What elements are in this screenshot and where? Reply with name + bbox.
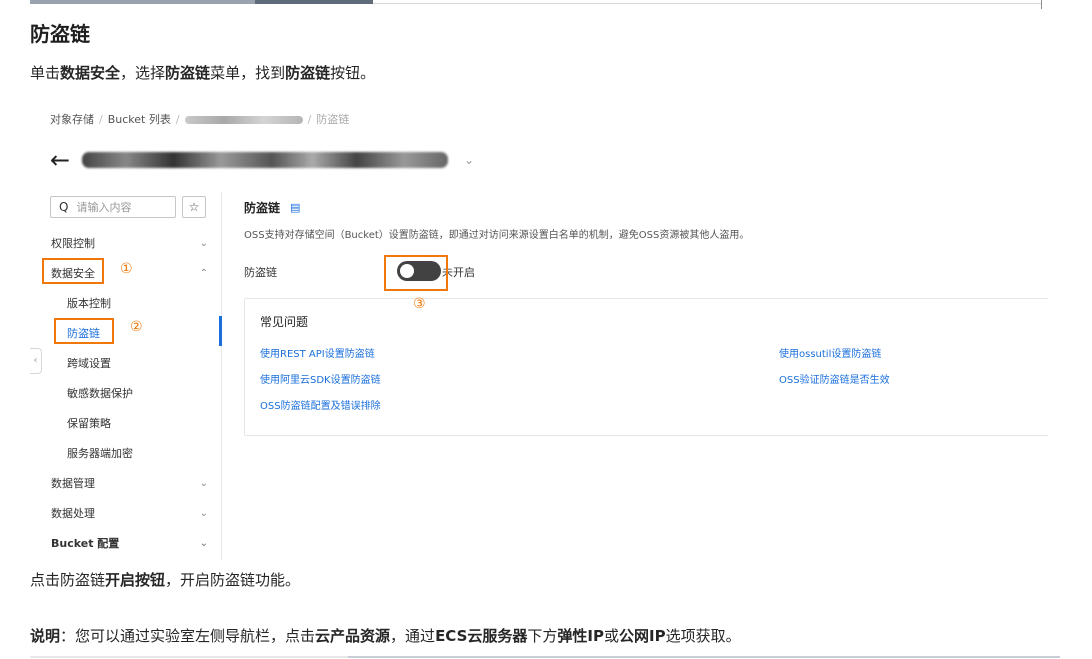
document-icon[interactable]: ▤ (290, 201, 300, 214)
chevron-down-icon[interactable]: ⌄ (464, 153, 474, 167)
sidebar-item-label: 跨域设置 (67, 357, 111, 370)
faq-link-verify[interactable]: OSS验证防盗链是否生效 (779, 371, 890, 386)
breadcrumb-oss[interactable]: 对象存储 (50, 113, 94, 126)
sidebar-item-version-control[interactable]: 版本控制 (30, 288, 216, 318)
faq-link-ossutil[interactable]: 使用ossutil设置防盗链 (779, 345, 881, 360)
sidebar-item-label: 保留策略 (67, 417, 111, 430)
search-input[interactable] (76, 200, 167, 214)
sidebar-item-label: 服务器端加密 (67, 447, 133, 460)
bucket-title-redacted (82, 152, 448, 168)
sidebar-item-data-processing[interactable]: 数据处理 ⌄ (30, 498, 216, 528)
page-title: 防盗链 ▤ (244, 201, 301, 215)
chevron-down-icon: ⌄ (199, 237, 208, 249)
sidebar-active-indicator (219, 316, 222, 346)
top-tab-strip-active (255, 0, 373, 4)
chevron-down-icon: ⌄ (199, 537, 208, 549)
chevron-down-icon: ⌄ (199, 507, 208, 519)
chevron-down-icon: ⌄ (199, 477, 208, 489)
step-marker-1: ① (120, 261, 133, 277)
sidebar: Q ☆ 权限控制 ⌄ 数据安全 ⌃ 版本控制 防盗链 跨域设置 敏感数据保护 保… (30, 192, 222, 560)
highlight-box-toggle (384, 255, 448, 291)
bottom-rule (30, 656, 1060, 658)
sidebar-item-label: 权限控制 (51, 237, 95, 250)
step-marker-2: ② (130, 319, 143, 335)
favorite-star-button[interactable]: ☆ (182, 196, 206, 218)
sidebar-divider (221, 192, 222, 560)
top-rule (373, 3, 1041, 4)
search-box: Q (50, 196, 176, 218)
sidebar-item-label: 版本控制 (67, 297, 111, 310)
highlight-box-hotlink (54, 318, 114, 344)
note-paragraph: 说明：您可以通过实验室左侧导航栏，点击云产品资源，通过ECS云服务器下方弹性IP… (30, 627, 741, 645)
section-heading: 防盗链 (30, 22, 90, 46)
embedded-console-screenshot: 对象存储/Bucket 列表//防盗链 ← ⌄ Q ☆ 权限控制 ⌄ 数据安全 … (30, 104, 1048, 560)
faq-link-sdk[interactable]: 使用阿里云SDK设置防盗链 (260, 371, 381, 386)
sidebar-item-label: 数据管理 (51, 477, 95, 490)
sidebar-item-data-management[interactable]: 数据管理 ⌄ (30, 468, 216, 498)
sidebar-item-sensitive-data[interactable]: 敏感数据保护 (30, 378, 216, 408)
sidebar-item-server-encryption[interactable]: 服务器端加密 (30, 438, 216, 468)
top-right-divider (1041, 0, 1042, 9)
sidebar-item-label: 敏感数据保护 (67, 387, 133, 400)
step2-instruction: 点击防盗链开启按钮，开启防盗链功能。 (30, 571, 301, 589)
search-icon: Q (59, 200, 69, 214)
faq-link-troubleshoot[interactable]: OSS防盗链配置及错误排除 (260, 397, 381, 412)
back-arrow-icon[interactable]: ← (50, 148, 82, 172)
sidebar-item-label: 数据处理 (51, 507, 95, 520)
bottom-rule-segment (348, 656, 1060, 658)
main-content: 防盗链 ▤ OSS支持对存储空间（Bucket）设置防盗链，即通过对访问来源设置… (244, 192, 1048, 560)
sidebar-item-retention-policy[interactable]: 保留策略 (30, 408, 216, 438)
bucket-title-row: ← ⌄ (50, 146, 474, 174)
top-edge (0, 0, 1092, 9)
sidebar-item-permission-control[interactable]: 权限控制 ⌄ (30, 228, 216, 258)
breadcrumb-bucket-name-redacted[interactable] (184, 116, 303, 124)
hotlink-toggle-label: 防盗链 (244, 266, 277, 279)
sidebar-item-label: Bucket 配置 (51, 537, 120, 550)
sidebar-item-cors[interactable]: 跨域设置 (30, 348, 216, 378)
step1-instruction: 单击数据安全，选择防盗链菜单，找到防盗链按钮。 (30, 64, 376, 82)
breadcrumb-bucket-list[interactable]: Bucket 列表 (108, 113, 171, 126)
step-marker-3: ③ (413, 296, 426, 312)
sidebar-item-bucket-config[interactable]: Bucket 配置 ⌄ (30, 528, 216, 558)
page-description: OSS支持对存储空间（Bucket）设置防盗链，即通过对访问来源设置白名单的机制… (244, 230, 750, 241)
chevron-up-icon: ⌃ (199, 267, 208, 279)
sidebar-collapse-handle[interactable]: ‹ (30, 348, 42, 374)
faq-title: 常见问题 (260, 315, 309, 329)
top-tab-strip (30, 0, 255, 4)
highlight-box-data-security (42, 258, 104, 284)
breadcrumb: 对象存储 / Bucket 列表 / / 防盗链 (50, 113, 350, 126)
faq-link-rest-api[interactable]: 使用REST API设置防盗链 (260, 345, 375, 360)
faq-panel: 常见问题 使用REST API设置防盗链 使用ossutil设置防盗链 使用阿里… (244, 298, 1048, 436)
breadcrumb-current: 防盗链 (316, 113, 350, 126)
